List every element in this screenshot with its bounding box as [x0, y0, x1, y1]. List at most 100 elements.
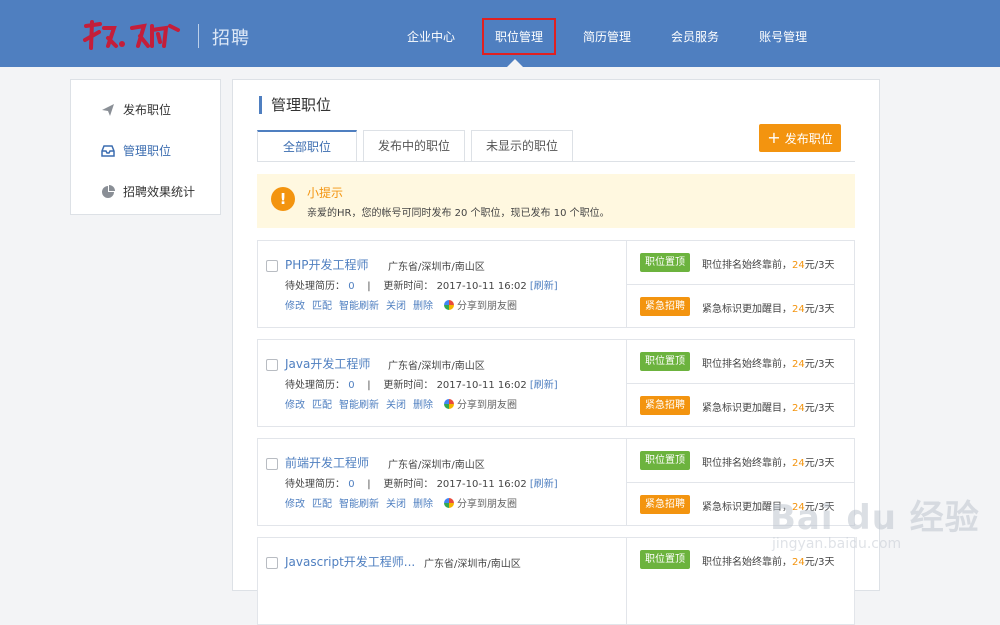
pending-count[interactable]: 0 [348, 479, 354, 490]
edit-link[interactable]: 修改 [285, 297, 305, 312]
top-nav: 企业中心 职位管理 简历管理 会员服务 账号管理 [398, 18, 838, 55]
promo-price: 24 [792, 260, 805, 271]
job-checkbox[interactable] [266, 260, 278, 272]
promo-price: 24 [792, 359, 805, 370]
job-meta: 待处理简历： 0 | 更新时间： 2017-10-11 16:02 [刷新] [285, 277, 558, 292]
edit-link[interactable]: 修改 [285, 495, 305, 510]
urgent-button[interactable]: 紧急招聘 [640, 396, 690, 415]
nav-enterprise-center[interactable]: 企业中心 [398, 22, 464, 51]
delete-link[interactable]: 删除 [413, 297, 433, 312]
match-link[interactable]: 匹配 [312, 297, 332, 312]
job-meta: 待处理简历： 0 | 更新时间： 2017-10-11 16:02 [刷新] [285, 475, 558, 490]
job-actions: 修改 匹配 智能刷新 关闭 删除 分享到朋友圈 [285, 495, 517, 510]
nav-resume-management[interactable]: 简历管理 [574, 22, 640, 51]
watermark-text: Bai du 经验 [770, 498, 980, 538]
job-title[interactable]: Javascript开发工程师... [285, 553, 415, 570]
share-moments-link[interactable]: 分享到朋友圈 [444, 297, 517, 312]
tab-all-jobs[interactable]: 全部职位 [257, 130, 357, 162]
job-location: 广东省/深圳市/南山区 [388, 361, 485, 372]
promo-urgent-text: 紧急标识更加醒目，24元/3天 [702, 300, 834, 315]
sidebar: 发布职位 管理职位 招聘效果统计 [70, 79, 221, 215]
meta-separator: | [367, 479, 371, 490]
smart-refresh-link[interactable]: 智能刷新 [339, 495, 379, 510]
sidebar-item-recruit-stats[interactable]: 招聘效果统计 [101, 183, 195, 200]
promo-desc: 紧急标识更加醒目， [702, 403, 792, 414]
plus-icon: + [767, 128, 781, 147]
job-promotions: 职位置顶 职位排名始终靠前，24元/3天 紧急招聘 紧急标识更加醒目，24元/3… [626, 241, 855, 327]
edit-link[interactable]: 修改 [285, 396, 305, 411]
tab-hidden-jobs[interactable]: 未显示的职位 [471, 130, 574, 161]
close-link[interactable]: 关闭 [386, 495, 406, 510]
job-checkbox[interactable] [266, 458, 278, 470]
brand-divider [198, 24, 199, 48]
smart-refresh-link[interactable]: 智能刷新 [339, 396, 379, 411]
moments-icon [444, 299, 454, 310]
share-label: 分享到朋友圈 [457, 301, 517, 312]
tabs-divider [257, 161, 855, 162]
pending-count[interactable]: 0 [348, 380, 354, 391]
job-title[interactable]: Java开发工程师 [285, 355, 370, 372]
page-title: 管理职位 [259, 96, 331, 114]
job-checkbox[interactable] [266, 557, 278, 569]
sidebar-item-manage-jobs[interactable]: 管理职位 [101, 142, 171, 159]
inbox-icon [101, 144, 115, 157]
updated-label: 更新时间： [383, 281, 434, 292]
job-info: Java开发工程师 广东省/深圳市/南山区 待处理简历： 0 | 更新时间： 2… [258, 340, 626, 426]
sidebar-item-publish-job[interactable]: 发布职位 [101, 101, 171, 118]
updated-time: 2017-10-11 16:02 [436, 281, 527, 292]
job-info: Javascript开发工程师... 广东省/深圳市/南山区 [258, 538, 626, 624]
match-link[interactable]: 匹配 [312, 495, 332, 510]
urgent-button[interactable]: 紧急招聘 [640, 495, 690, 514]
close-link[interactable]: 关闭 [386, 297, 406, 312]
nav-member-services[interactable]: 会员服务 [662, 22, 728, 51]
share-moments-link[interactable]: 分享到朋友圈 [444, 495, 517, 510]
pin-top-button[interactable]: 职位置顶 [640, 550, 690, 569]
warning-icon: ! [271, 187, 295, 211]
job-location: 广东省/深圳市/南山区 [388, 460, 485, 471]
job-location: 广东省/深圳市/南山区 [424, 559, 521, 570]
pending-count[interactable]: 0 [348, 281, 354, 292]
job-card: 前端开发工程师 广东省/深圳市/南山区 待处理简历： 0 | 更新时间： 201… [257, 438, 855, 526]
company-logo[interactable] [82, 18, 182, 54]
moments-icon [444, 398, 454, 409]
pie-chart-icon [102, 184, 115, 198]
tip-banner: ! 小提示 亲爱的HR，您的帐号可同时发布 20 个职位，现已发布 10 个职位… [257, 174, 855, 228]
promo-desc: 紧急标识更加醒目， [702, 304, 792, 315]
promo-desc: 职位排名始终靠前， [702, 260, 792, 271]
refresh-link[interactable]: [刷新] [530, 281, 558, 292]
promo-top: 职位置顶 职位排名始终靠前，24元/3天 [627, 241, 855, 284]
publish-job-button[interactable]: + 发布职位 [759, 124, 841, 152]
job-actions: 修改 匹配 智能刷新 关闭 删除 分享到朋友圈 [285, 297, 517, 312]
job-checkbox[interactable] [266, 359, 278, 371]
brand-text: 招聘 [212, 28, 250, 49]
smart-refresh-link[interactable]: 智能刷新 [339, 297, 379, 312]
pending-label: 待处理简历： [285, 281, 345, 292]
tab-published-jobs[interactable]: 发布中的职位 [363, 130, 466, 161]
job-info: PHP开发工程师 广东省/深圳市/南山区 待处理简历： 0 | 更新时间： 20… [258, 241, 626, 327]
nav-account-management[interactable]: 账号管理 [750, 22, 816, 51]
watermark-url: jingyan.baidu.com [772, 536, 902, 552]
delete-link[interactable]: 删除 [413, 396, 433, 411]
sidebar-item-label: 发布职位 [123, 103, 172, 117]
share-label: 分享到朋友圈 [457, 400, 517, 411]
updated-label: 更新时间： [383, 479, 434, 490]
nav-job-management[interactable]: 职位管理 [482, 18, 557, 55]
pin-top-button[interactable]: 职位置顶 [640, 253, 690, 272]
refresh-link[interactable]: [刷新] [530, 479, 558, 490]
job-title[interactable]: 前端开发工程师 [285, 454, 369, 471]
promo-top: 职位置顶 职位排名始终靠前，24元/3天 [627, 340, 855, 383]
promo-price: 24 [792, 304, 805, 315]
meta-separator: | [367, 380, 371, 391]
promo-price: 24 [792, 403, 805, 414]
sidebar-item-label: 招聘效果统计 [123, 185, 196, 199]
delete-link[interactable]: 删除 [413, 495, 433, 510]
job-title[interactable]: PHP开发工程师 [285, 256, 369, 273]
pin-top-button[interactable]: 职位置顶 [640, 451, 690, 470]
pin-top-button[interactable]: 职位置顶 [640, 352, 690, 371]
match-link[interactable]: 匹配 [312, 396, 332, 411]
share-moments-link[interactable]: 分享到朋友圈 [444, 396, 517, 411]
urgent-button[interactable]: 紧急招聘 [640, 297, 690, 316]
job-actions: 修改 匹配 智能刷新 关闭 删除 分享到朋友圈 [285, 396, 517, 411]
close-link[interactable]: 关闭 [386, 396, 406, 411]
refresh-link[interactable]: [刷新] [530, 380, 558, 391]
